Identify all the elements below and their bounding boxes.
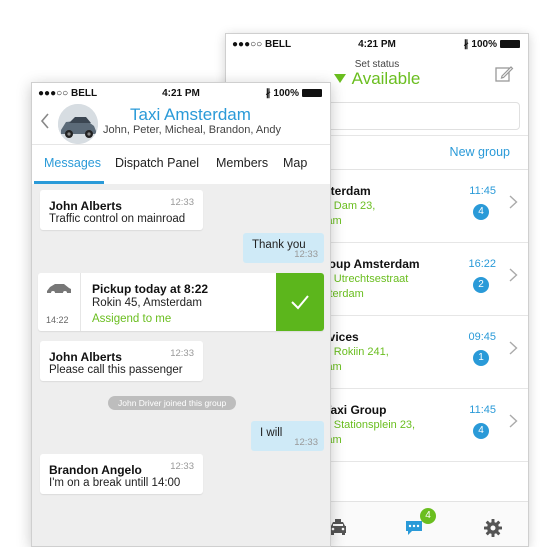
unread-badge: 2	[473, 277, 489, 293]
pickup-card[interactable]: 14:22 Pickup today at 8:22 Rokin 45, Ams…	[38, 273, 324, 331]
chat-icon[interactable]	[404, 519, 424, 537]
status-value: Available	[351, 69, 421, 88]
group-time: 16:22	[468, 258, 496, 270]
message-sender: Brandon Angelo	[49, 463, 142, 477]
chat-tabs: Messages Dispatch Panel Members Map	[32, 144, 330, 185]
tab-map[interactable]: Map	[283, 156, 307, 170]
compose-icon[interactable]	[494, 64, 514, 84]
chevron-right-icon	[509, 341, 518, 355]
battery: ∦ 100%	[266, 88, 322, 99]
car-photo-icon	[58, 104, 98, 144]
group-address: r: Dam 23,	[324, 200, 376, 212]
group-avatar	[58, 104, 98, 144]
pickup-time: 14:22	[46, 315, 69, 325]
message-text: I'm on a break untill 14:00	[49, 477, 181, 489]
bluetooth-icon: ∦	[265, 88, 271, 99]
battery-icon	[500, 40, 520, 48]
group-name: sterdam	[324, 184, 371, 198]
group-address: r: Rokiin 241,	[324, 346, 389, 358]
message-text: Traffic control on mainroad	[49, 213, 186, 225]
chevron-right-icon	[509, 268, 518, 282]
own-message-bubble: I will 12:33	[251, 421, 324, 451]
message-time: 12:33	[170, 348, 194, 359]
message-bubble: John Alberts Please call this passenger …	[40, 341, 203, 381]
gear-icon[interactable]	[483, 518, 503, 538]
members-line: John, Peter, Micheal, Brandon, Andy	[103, 124, 281, 136]
chat-title: Taxi Amsterdam	[130, 105, 251, 124]
unread-badge: 1	[473, 350, 489, 366]
message-time: 12:33	[294, 249, 318, 260]
group-time: 09:45	[468, 331, 496, 343]
group-address: r: Stationsplein 23,	[324, 419, 416, 431]
message-sender: John Alberts	[49, 350, 122, 364]
taxi-icon[interactable]	[328, 518, 348, 536]
message-text: I will	[260, 427, 283, 439]
tab-dispatch-panel[interactable]: Dispatch Panel	[115, 156, 199, 170]
divider	[80, 273, 81, 331]
group-name: Taxi Group	[324, 403, 387, 417]
unread-badge: 4	[473, 423, 489, 439]
accept-button[interactable]	[276, 273, 324, 331]
message-time: 12:33	[170, 461, 194, 472]
message-time: 12:33	[294, 437, 318, 448]
tab-members[interactable]: Members	[216, 156, 268, 170]
system-notice: John Driver joined this group	[108, 396, 237, 410]
group-time: 11:45	[469, 404, 496, 416]
group-chat-screen: ●●●○○ BELL 4:21 PM ∦ 100% Taxi Amsterdam…	[31, 82, 331, 547]
group-name: roup Amsterdam	[324, 257, 420, 271]
battery-percent: 100%	[273, 88, 299, 99]
battery-icon	[302, 89, 322, 97]
bluetooth-icon: ∦	[463, 39, 469, 50]
chat-badge: 4	[420, 508, 436, 524]
car-icon	[47, 284, 71, 295]
unread-badge: 4	[473, 204, 489, 220]
pickup-address: Rokin 45, Amsterdam	[92, 297, 202, 309]
status-bar: ●●●○○ BELL 4:21 PM ∦ 100%	[226, 34, 528, 54]
message-time: 12:33	[170, 197, 194, 208]
message-bubble: John Alberts Traffic control on mainroad…	[40, 190, 203, 230]
group-time: 11:45	[469, 185, 496, 197]
group-address: r: Utrechtsestraat	[324, 273, 409, 285]
battery-percent: 100%	[471, 39, 497, 50]
own-message-bubble: Thank you 12:33	[243, 233, 324, 263]
chevron-right-icon	[509, 414, 518, 428]
pickup-title: Pickup today at 8:22	[92, 282, 209, 296]
pickup-status: Assigend to me	[92, 313, 172, 325]
chevron-right-icon	[509, 195, 518, 209]
dropdown-triangle-icon	[333, 74, 346, 83]
message-bubble: Brandon Angelo I'm on a break untill 14:…	[40, 454, 203, 494]
message-sender: John Alberts	[49, 199, 122, 213]
message-text: Please call this passenger	[49, 364, 183, 376]
status-bar: ●●●○○ BELL 4:21 PM ∦ 100%	[32, 83, 330, 103]
checkmark-icon	[291, 295, 309, 310]
back-chevron-icon[interactable]	[40, 113, 50, 129]
new-group-link[interactable]: New group	[450, 145, 510, 159]
tab-messages[interactable]: Messages	[44, 156, 101, 170]
message-list: John Alberts Traffic control on mainroad…	[32, 184, 330, 546]
battery: ∦ 100%	[464, 39, 520, 50]
